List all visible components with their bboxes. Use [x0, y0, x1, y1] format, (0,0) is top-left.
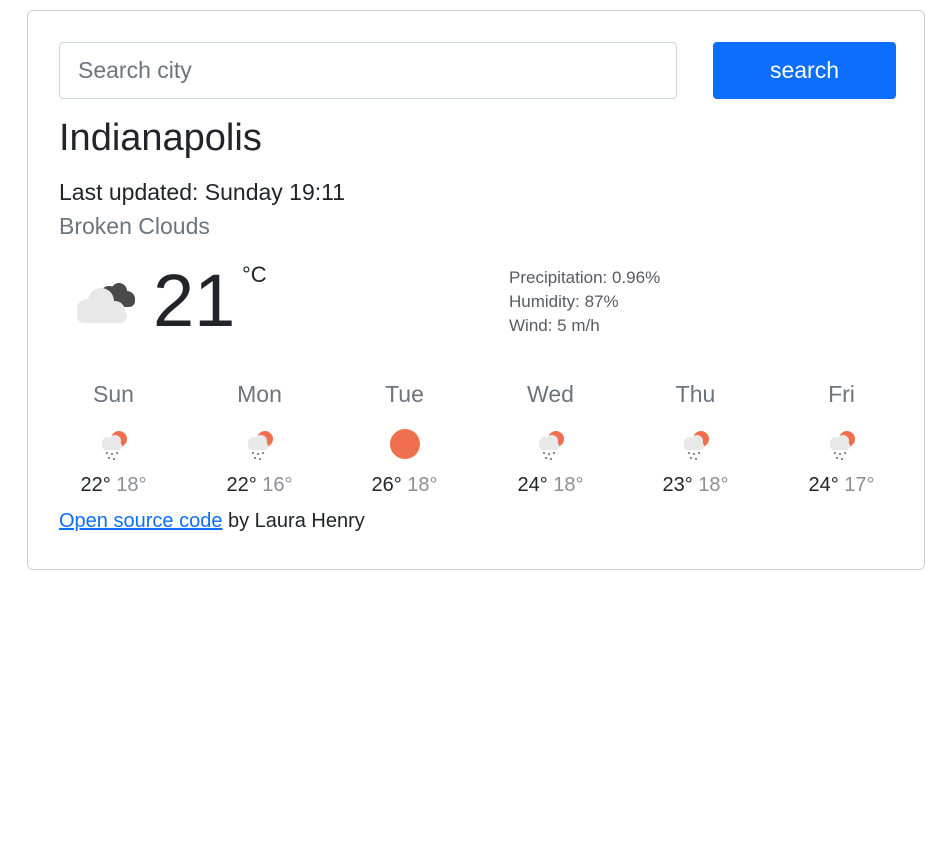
- rain-sun-icon: [41, 427, 186, 463]
- forecast-min: 16°: [262, 474, 293, 496]
- footer: Open source code by Laura Henry: [59, 510, 365, 533]
- wind: Wind: 5 m/h: [509, 316, 600, 335]
- forecast-max: 23°: [662, 474, 693, 496]
- forecast-max: 22°: [80, 474, 111, 496]
- weather-description: Broken Clouds: [59, 213, 210, 239]
- forecast-min: 18°: [553, 474, 584, 496]
- forecast-max: 22°: [226, 474, 257, 496]
- forecast-min: 17°: [844, 474, 875, 496]
- forecast-day-name: Tue: [385, 381, 424, 407]
- forecast-day: Wed 24° 18°: [478, 379, 623, 497]
- weather-details: Precipitation: 0.96% Humidity: 87% Wind:…: [509, 266, 660, 338]
- forecast-min: 18°: [116, 474, 147, 496]
- forecast-day: Tue 26° 18°: [332, 379, 477, 497]
- forecast-day-name: Thu: [675, 381, 716, 407]
- forecast-max: 24°: [517, 474, 548, 496]
- forecast-day: Thu 23° 18°: [623, 379, 768, 497]
- sun-icon: [332, 427, 477, 463]
- forecast-day-name: Sun: [93, 381, 134, 407]
- forecast-max: 26°: [371, 474, 402, 496]
- forecast-day-name: Wed: [527, 381, 574, 407]
- search-input[interactable]: [59, 42, 677, 99]
- forecast-min: 18°: [698, 474, 729, 496]
- current-temperature: 21: [153, 259, 236, 342]
- rain-sun-icon: [623, 427, 768, 463]
- open-source-link[interactable]: Open source code: [59, 510, 222, 532]
- rain-sun-icon: [478, 427, 623, 463]
- weather-card: search Indianapolis Last updated: Sunday…: [27, 10, 925, 570]
- search-button[interactable]: search: [713, 42, 896, 99]
- forecast-max: 24°: [808, 474, 839, 496]
- forecast-day: Mon 22° 16°: [187, 379, 332, 497]
- rain-sun-icon: [187, 427, 332, 463]
- last-updated: Last updated: Sunday 19:11: [59, 179, 346, 205]
- rain-sun-icon: [769, 427, 914, 463]
- humidity: Humidity: 87%: [509, 292, 619, 311]
- forecast-day: Sun 22° 18°: [41, 379, 186, 497]
- forecast-day: Fri 24° 17°: [769, 379, 914, 497]
- forecast-min: 18°: [407, 474, 438, 496]
- broken-clouds-icon: [71, 281, 137, 330]
- forecast-day-name: Fri: [828, 381, 855, 407]
- forecast-day-name: Mon: [237, 381, 282, 407]
- forecast: Sun 22° 18° Mon 22° 16° Tue 26° 18° Wed: [59, 379, 927, 509]
- precipitation: Precipitation: 0.96%: [509, 268, 661, 287]
- temperature-unit[interactable]: °C: [242, 262, 267, 288]
- footer-author: by Laura Henry: [222, 510, 365, 532]
- city-name: Indianapolis: [59, 117, 262, 159]
